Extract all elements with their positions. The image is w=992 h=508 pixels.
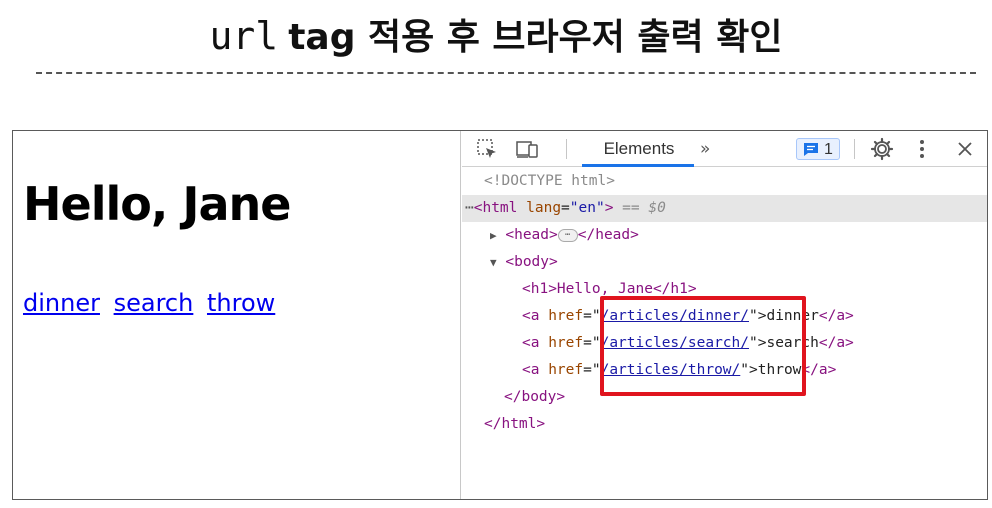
settings-gear-icon[interactable]	[869, 136, 895, 162]
tree-head[interactable]: ▶ <head> ⋯ </head>	[462, 222, 987, 249]
toolbar-separator	[566, 139, 567, 159]
device-toggle-icon[interactable]	[514, 136, 540, 162]
issues-count: 1	[824, 141, 833, 158]
node-actions-icon[interactable]: ⋯	[465, 200, 474, 216]
toolbar-separator	[854, 139, 855, 159]
page-link-list: dinner search throw	[23, 289, 281, 317]
tab-elements[interactable]: Elements	[584, 131, 694, 167]
issues-message-icon	[804, 143, 818, 156]
doctype-text: <!DOCTYPE html>	[484, 173, 615, 189]
link-dinner[interactable]: dinner	[23, 289, 100, 317]
link-throw[interactable]: throw	[207, 289, 275, 317]
tree-html-close[interactable]: </html>	[462, 411, 987, 438]
more-tabs-icon[interactable]: »	[700, 131, 710, 167]
link-search[interactable]: search	[114, 289, 194, 317]
tree-html-selected[interactable]: ⋯<html lang="en"> == $0	[462, 195, 987, 222]
close-icon[interactable]	[952, 136, 978, 162]
active-tab-indicator	[582, 164, 694, 167]
slide-title: url tag 적용 후 브라우저 출력 확인	[0, 6, 992, 66]
tree-body[interactable]: ▼ <body>	[462, 249, 987, 276]
title-divider	[36, 72, 976, 74]
devtools-toolbar: Elements » 1	[462, 131, 987, 167]
page-heading: Hello, Jane	[23, 177, 291, 231]
collapsed-ellipsis-icon[interactable]: ⋯	[557, 228, 578, 242]
browser-window: Hello, Jane dinner search throw Elements…	[12, 130, 988, 500]
rendered-page: Hello, Jane dinner search throw	[13, 131, 461, 499]
selected-node-marker: == $0	[622, 200, 666, 216]
tree-doctype[interactable]: <!DOCTYPE html>	[462, 168, 987, 195]
kebab-menu-icon[interactable]	[909, 136, 935, 162]
slide-title-code: url	[209, 14, 279, 58]
issues-badge[interactable]: 1	[796, 138, 840, 160]
collapse-triangle-icon[interactable]: ▼	[490, 256, 497, 269]
expand-triangle-icon[interactable]: ▶	[490, 229, 497, 242]
inspect-element-icon[interactable]	[474, 136, 500, 162]
slide-title-text: tag 적용 후 브라우저 출력 확인	[288, 17, 783, 58]
href-highlight-box	[600, 296, 806, 396]
